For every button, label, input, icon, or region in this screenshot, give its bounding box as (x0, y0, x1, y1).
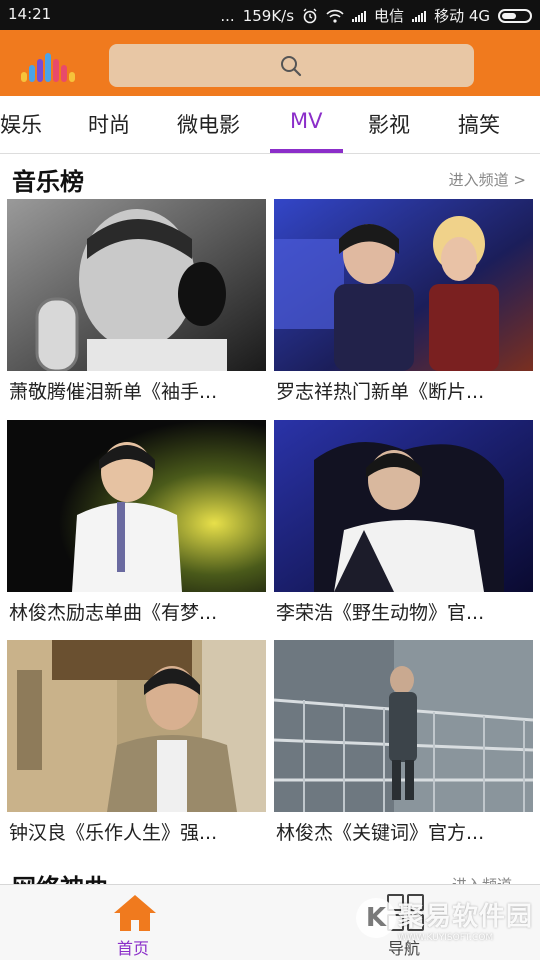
tab-micro-film[interactable]: 微电影 (177, 109, 240, 139)
video-card[interactable]: 钟汉良《乐作人生》强... (7, 640, 266, 850)
music-bars-logo[interactable] (20, 53, 78, 83)
video-thumbnail[interactable] (7, 420, 266, 592)
watermark: K 聚易软件园 WWW.KUYISOFT.COM (352, 886, 540, 960)
search-icon (281, 56, 302, 77)
status-dots: ... (220, 6, 235, 25)
enter-channel-link[interactable]: 进入频道 > (449, 169, 526, 190)
video-card[interactable]: 林俊杰《关键词》官方... (274, 640, 533, 850)
carrier-2: 移动 4G (434, 7, 490, 25)
signal-icon-1 (352, 10, 367, 22)
search-bar[interactable] (109, 44, 474, 87)
video-thumbnail[interactable] (7, 199, 266, 371)
carrier-1: 电信 (374, 7, 405, 25)
video-title[interactable]: 罗志祥热门新单《断片... (276, 377, 532, 404)
alarm-icon (303, 8, 317, 23)
video-title[interactable]: 李荣浩《野生动物》官... (276, 598, 532, 625)
video-card[interactable]: 罗志祥热门新单《断片... (274, 199, 533, 409)
battery-icon (498, 8, 532, 23)
video-thumbnail[interactable] (274, 420, 533, 592)
video-title[interactable]: 林俊杰励志单曲《有梦... (9, 598, 265, 625)
video-thumbnail[interactable] (7, 640, 266, 812)
tab-film-tv[interactable]: 影视 (368, 109, 410, 139)
section-title-music-chart: 音乐榜 (12, 168, 84, 196)
video-title[interactable]: 萧敬腾催泪新单《袖手... (9, 377, 265, 404)
tab-funny[interactable]: 搞笑 (458, 109, 500, 139)
network-speed: 159K/s (242, 6, 295, 25)
nav-home-label: 首页 (117, 939, 150, 958)
tab-mv[interactable]: MV (290, 109, 322, 133)
watermark-logo: K (356, 898, 396, 938)
video-thumbnail[interactable] (274, 199, 533, 371)
home-icon (114, 895, 156, 931)
watermark-text: 聚易软件园 (398, 902, 534, 932)
watermark-url: WWW.KUYISOFT.COM (398, 933, 494, 943)
status-bar: 14:21 ... 159K/s 电信 移动 4G (0, 0, 540, 30)
active-tab-indicator (270, 149, 343, 153)
app-header (0, 30, 540, 96)
video-card[interactable]: 李荣浩《野生动物》官... (274, 420, 533, 630)
category-tabs: 娱乐 时尚 微电影 MV 影视 搞笑 (0, 96, 540, 154)
status-time: 14:21 (8, 5, 52, 23)
video-card[interactable]: 林俊杰励志单曲《有梦... (7, 420, 266, 630)
video-title[interactable]: 林俊杰《关键词》官方... (276, 818, 532, 845)
wifi-icon (326, 9, 344, 23)
video-thumbnail[interactable] (274, 640, 533, 812)
status-icons: ... 159K/s 电信 移动 4G (220, 5, 532, 26)
signal-icon-2 (412, 10, 427, 22)
tab-fashion[interactable]: 时尚 (88, 109, 130, 139)
video-card[interactable]: 萧敬腾催泪新单《袖手... (7, 199, 266, 409)
nav-home-button[interactable]: 首页 (105, 893, 165, 958)
tab-entertainment[interactable]: 娱乐 (0, 109, 42, 139)
video-title[interactable]: 钟汉良《乐作人生》强... (9, 818, 265, 845)
